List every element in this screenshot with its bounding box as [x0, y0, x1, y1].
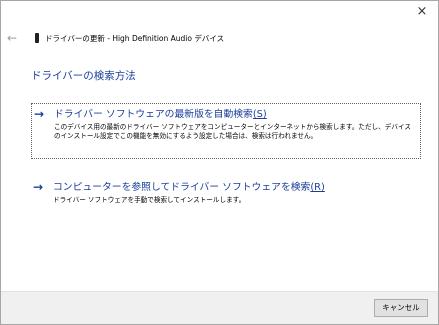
browse-computer-option[interactable]: → コンピューターを参照してドライバー ソフトウェアを検索(R) ドライバー ソ…: [31, 181, 421, 205]
arrow-right-icon: →: [34, 107, 45, 121]
driver-update-dialog: × ← ドライバーの更新 - High Definition Audio デバイ…: [0, 0, 439, 325]
page-heading: ドライバーの検索方法: [31, 70, 136, 82]
cancel-button[interactable]: キャンセル: [374, 299, 428, 317]
close-icon[interactable]: ×: [414, 4, 430, 20]
option-title: コンピューターを参照してドライバー ソフトウェアを検索(R): [53, 181, 417, 194]
option-description: ドライバー ソフトウェアを手動で検索してインストールします。: [53, 196, 246, 204]
option-accelerator: (R): [310, 182, 325, 193]
option-title-text: ドライバー ソフトウェアの最新版を自動検索: [54, 109, 253, 120]
dialog-header: ← ドライバーの更新 - High Definition Audio デバイス: [7, 29, 428, 47]
back-arrow-icon[interactable]: ←: [7, 31, 21, 45]
arrow-right-icon: →: [33, 180, 44, 194]
auto-search-option[interactable]: → ドライバー ソフトウェアの最新版を自動検索(S) このデバイス用の最新のドラ…: [31, 103, 421, 159]
option-title-text: コンピューターを参照してドライバー ソフトウェアを検索: [53, 182, 311, 193]
option-description: このデバイス用の最新のドライバー ソフトウェアをコンピューターとインターネットか…: [54, 123, 411, 140]
device-icon: [35, 33, 39, 43]
dialog-footer: キャンセル: [1, 291, 438, 324]
dialog-title: ドライバーの更新 - High Definition Audio デバイス: [45, 33, 225, 43]
option-accelerator: (S): [252, 109, 267, 120]
option-title: ドライバー ソフトウェアの最新版を自動検索(S): [54, 108, 416, 121]
